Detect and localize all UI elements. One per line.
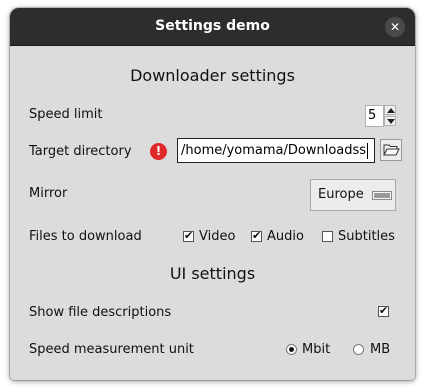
- target-directory-input[interactable]: /home/yomama/Downloadss: [177, 138, 375, 163]
- subtitles-checkbox[interactable]: [322, 231, 333, 242]
- mirror-selected-value: Europe: [318, 187, 364, 202]
- dropdown-indicator-icon: [373, 192, 391, 199]
- radio-selected-dot: [289, 347, 294, 352]
- arrow-down-icon: [387, 119, 395, 124]
- folder-open-icon: [383, 144, 400, 156]
- checkmark-icon: ✔: [379, 304, 389, 317]
- mbit-radio[interactable]: [286, 344, 297, 355]
- checkmark-icon: ✔: [252, 229, 262, 242]
- files-to-download-label: Files to download: [29, 229, 142, 244]
- arrow-up-icon: [387, 108, 395, 113]
- speed-limit-increment-button[interactable]: [384, 105, 396, 115]
- mirror-dropdown[interactable]: Europe: [310, 179, 396, 211]
- speed-measurement-unit-label: Speed measurement unit: [29, 342, 194, 357]
- close-icon: ✕: [389, 20, 401, 34]
- show-file-descriptions-label: Show file descriptions: [29, 305, 172, 320]
- target-directory-label: Target directory: [29, 144, 132, 159]
- mbit-radio-label[interactable]: Mbit: [302, 342, 330, 357]
- show-file-descriptions-checkbox[interactable]: ✔: [378, 304, 389, 317]
- title-bar[interactable]: Settings demo ✕: [10, 8, 415, 46]
- window-title: Settings demo: [155, 18, 270, 34]
- mb-radio[interactable]: [353, 344, 364, 355]
- subtitles-checkbox-label[interactable]: Subtitles: [338, 229, 395, 244]
- speed-limit-spinbox[interactable]: 5: [365, 105, 384, 127]
- video-checkbox[interactable]: ✔: [183, 229, 194, 242]
- checkmark-icon: ✔: [184, 229, 194, 242]
- mirror-label: Mirror: [29, 186, 68, 201]
- browse-folder-button[interactable]: [380, 139, 402, 161]
- close-button[interactable]: ✕: [385, 17, 405, 37]
- audio-checkbox-label[interactable]: Audio: [267, 229, 304, 244]
- exclamation-circle-icon: !: [150, 143, 167, 160]
- mb-radio-label[interactable]: MB: [370, 342, 390, 357]
- video-checkbox-label[interactable]: Video: [199, 229, 235, 244]
- speed-limit-decrement-button[interactable]: [384, 116, 396, 126]
- settings-window: Settings demo ✕ Downloader settings Spee…: [10, 8, 415, 380]
- audio-checkbox[interactable]: ✔: [251, 229, 262, 242]
- downloader-settings-heading: Downloader settings: [130, 66, 295, 85]
- target-directory-value: /home/yomama/Downloadss: [181, 143, 367, 158]
- ui-settings-heading: UI settings: [169, 264, 256, 283]
- text-caret: [367, 143, 368, 159]
- speed-limit-label: Speed limit: [29, 107, 103, 122]
